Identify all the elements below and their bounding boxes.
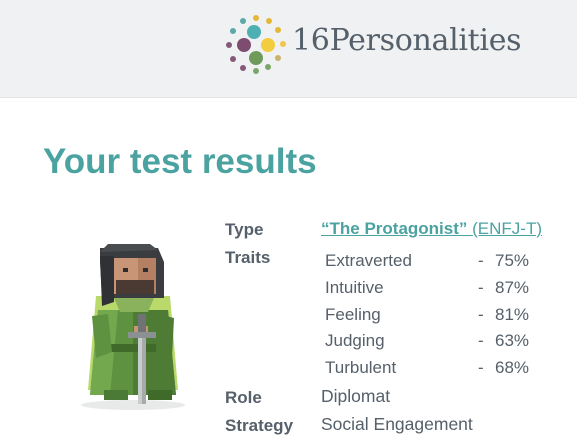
- trait-name: Turbulent: [325, 358, 397, 377]
- trait-percent: 81%: [495, 305, 530, 324]
- trait-percent: 68%: [495, 358, 530, 377]
- traits-label: Traits: [225, 248, 271, 267]
- strategy-value: Social Engagement: [321, 414, 473, 434]
- page-title: Your test results: [43, 142, 317, 181]
- personality-type-link[interactable]: “The Protagonist” (ENFJ-T): [321, 219, 542, 239]
- trait-name: Extraverted: [325, 251, 412, 270]
- trait-row-judging: Judging - 63%: [325, 331, 535, 355]
- type-nickname[interactable]: “The Protagonist”: [321, 219, 467, 238]
- trait-percent: 75%: [495, 251, 530, 270]
- protagonist-character-avatar: [81, 244, 185, 410]
- trait-dash: -: [478, 331, 484, 350]
- type-code[interactable]: (ENFJ-T): [472, 219, 542, 238]
- trait-dash: -: [478, 305, 484, 324]
- trait-row-feeling: Feeling - 81%: [325, 305, 535, 329]
- type-label: Type: [225, 220, 264, 239]
- trait-dash: -: [478, 358, 484, 377]
- trait-name: Judging: [325, 331, 385, 350]
- trait-row-extraverted: Extraverted - 75%: [325, 251, 535, 275]
- role-value: Diplomat: [321, 386, 391, 406]
- strategy-label: Strategy: [225, 416, 294, 435]
- trait-row-intuitive: Intuitive - 87%: [325, 278, 535, 302]
- trait-dash: -: [478, 251, 484, 270]
- site-header: 16Personalities: [0, 0, 577, 98]
- brand-name[interactable]: 16Personalities: [292, 23, 522, 58]
- trait-percent: 87%: [495, 278, 530, 297]
- dots-circle-logo-icon[interactable]: [221, 12, 291, 78]
- trait-name: Feeling: [325, 305, 381, 324]
- trait-name: Intuitive: [325, 278, 384, 297]
- trait-row-turbulent: Turbulent - 68%: [325, 358, 535, 382]
- role-label: Role: [225, 388, 262, 407]
- trait-percent: 63%: [495, 331, 530, 350]
- trait-dash: -: [478, 278, 484, 297]
